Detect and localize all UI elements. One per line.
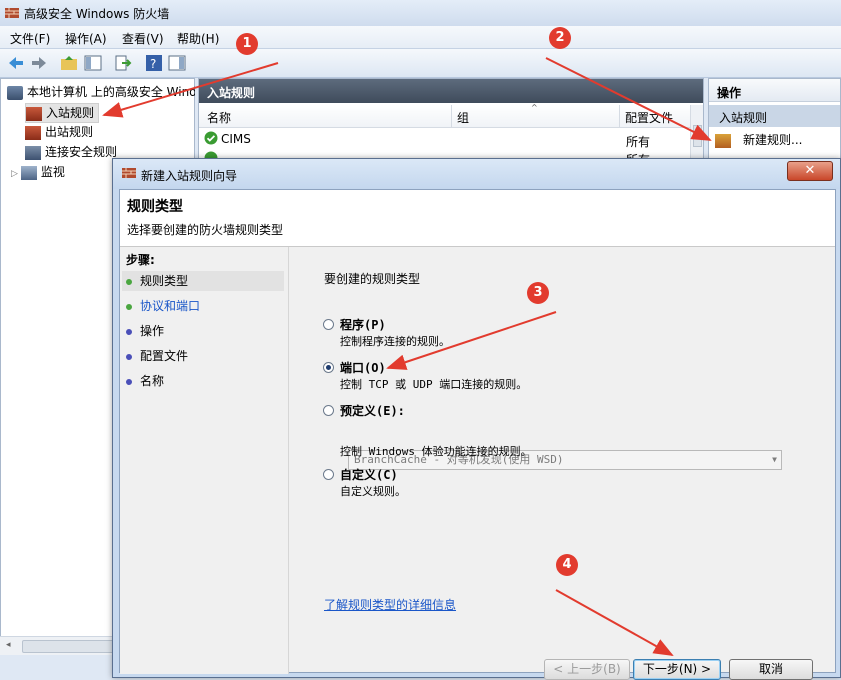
annotation-badge-4: 4 bbox=[556, 554, 578, 576]
annotation-badge-2: 2 bbox=[549, 27, 571, 49]
arrow-to-inbound-rules bbox=[102, 62, 279, 118]
annotation-badge-3: 3 bbox=[527, 282, 549, 304]
arrow-to-next-button bbox=[555, 589, 674, 656]
annotation-arrows bbox=[102, 57, 712, 656]
annotation-badge-1: 1 bbox=[236, 33, 258, 55]
arrow-to-new-rule bbox=[545, 57, 712, 141]
arrow-to-port-option bbox=[386, 311, 557, 370]
